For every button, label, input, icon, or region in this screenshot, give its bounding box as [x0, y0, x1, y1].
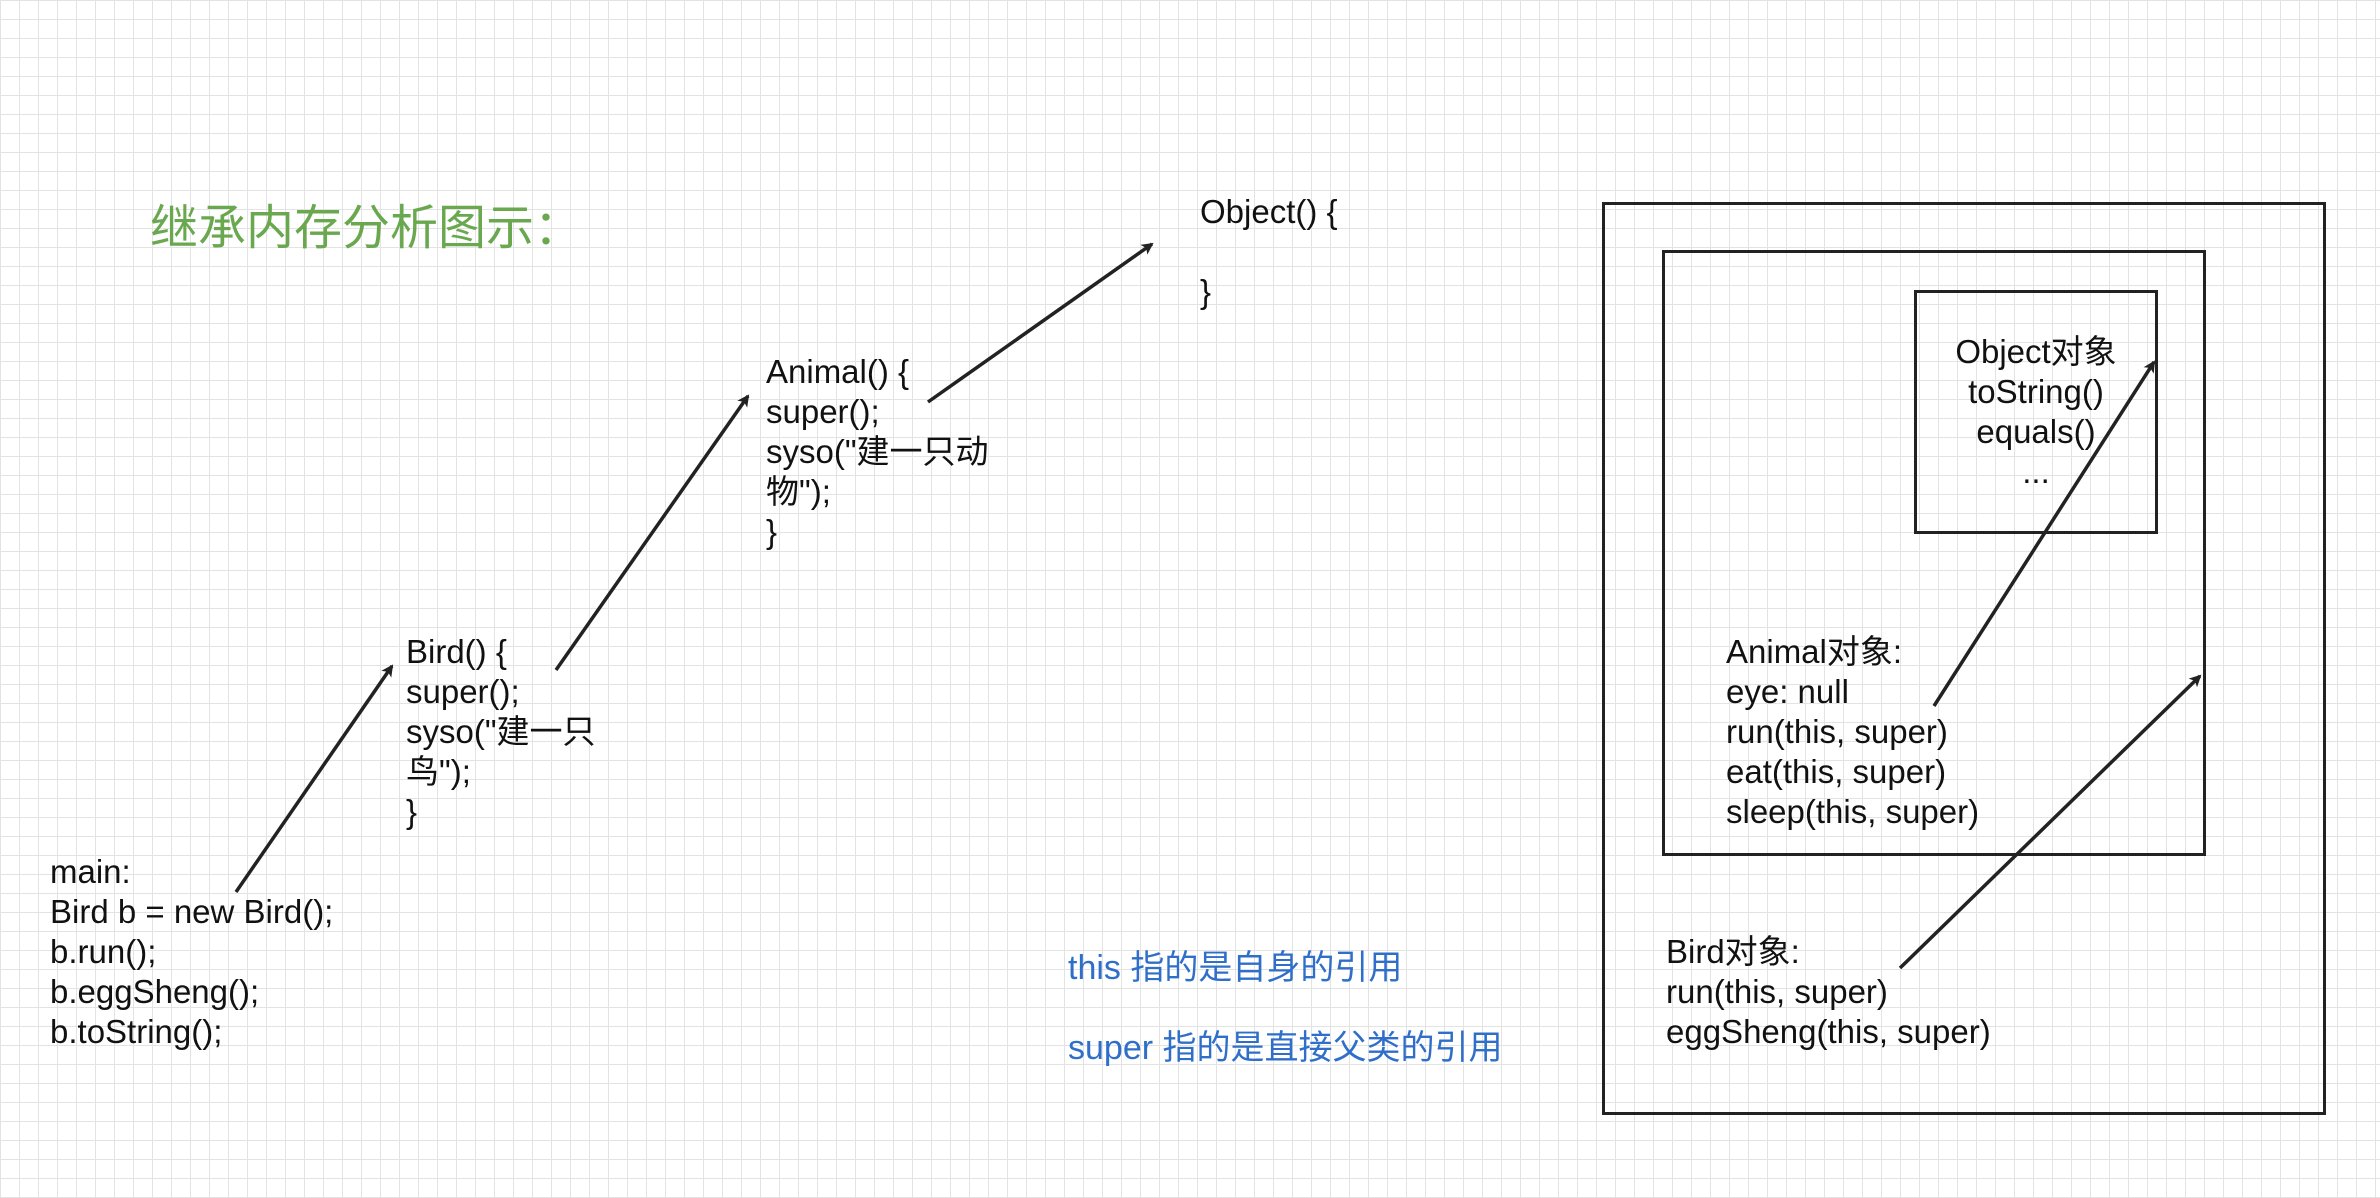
arrow-bird-obj-to-animal-obj: [1898, 674, 2202, 970]
arrow-bird-to-animal: [554, 394, 750, 672]
arrow-layer: [234, 242, 2202, 970]
arrow-animal-obj-to-object-obj: [1932, 360, 2156, 707]
arrow-animal-to-object: [926, 242, 1154, 404]
diagram-canvas: 继承内存分析图示： main: Bird b = new Bird(); b.r…: [0, 0, 2380, 1198]
arrow-main-to-bird: [234, 664, 394, 893]
